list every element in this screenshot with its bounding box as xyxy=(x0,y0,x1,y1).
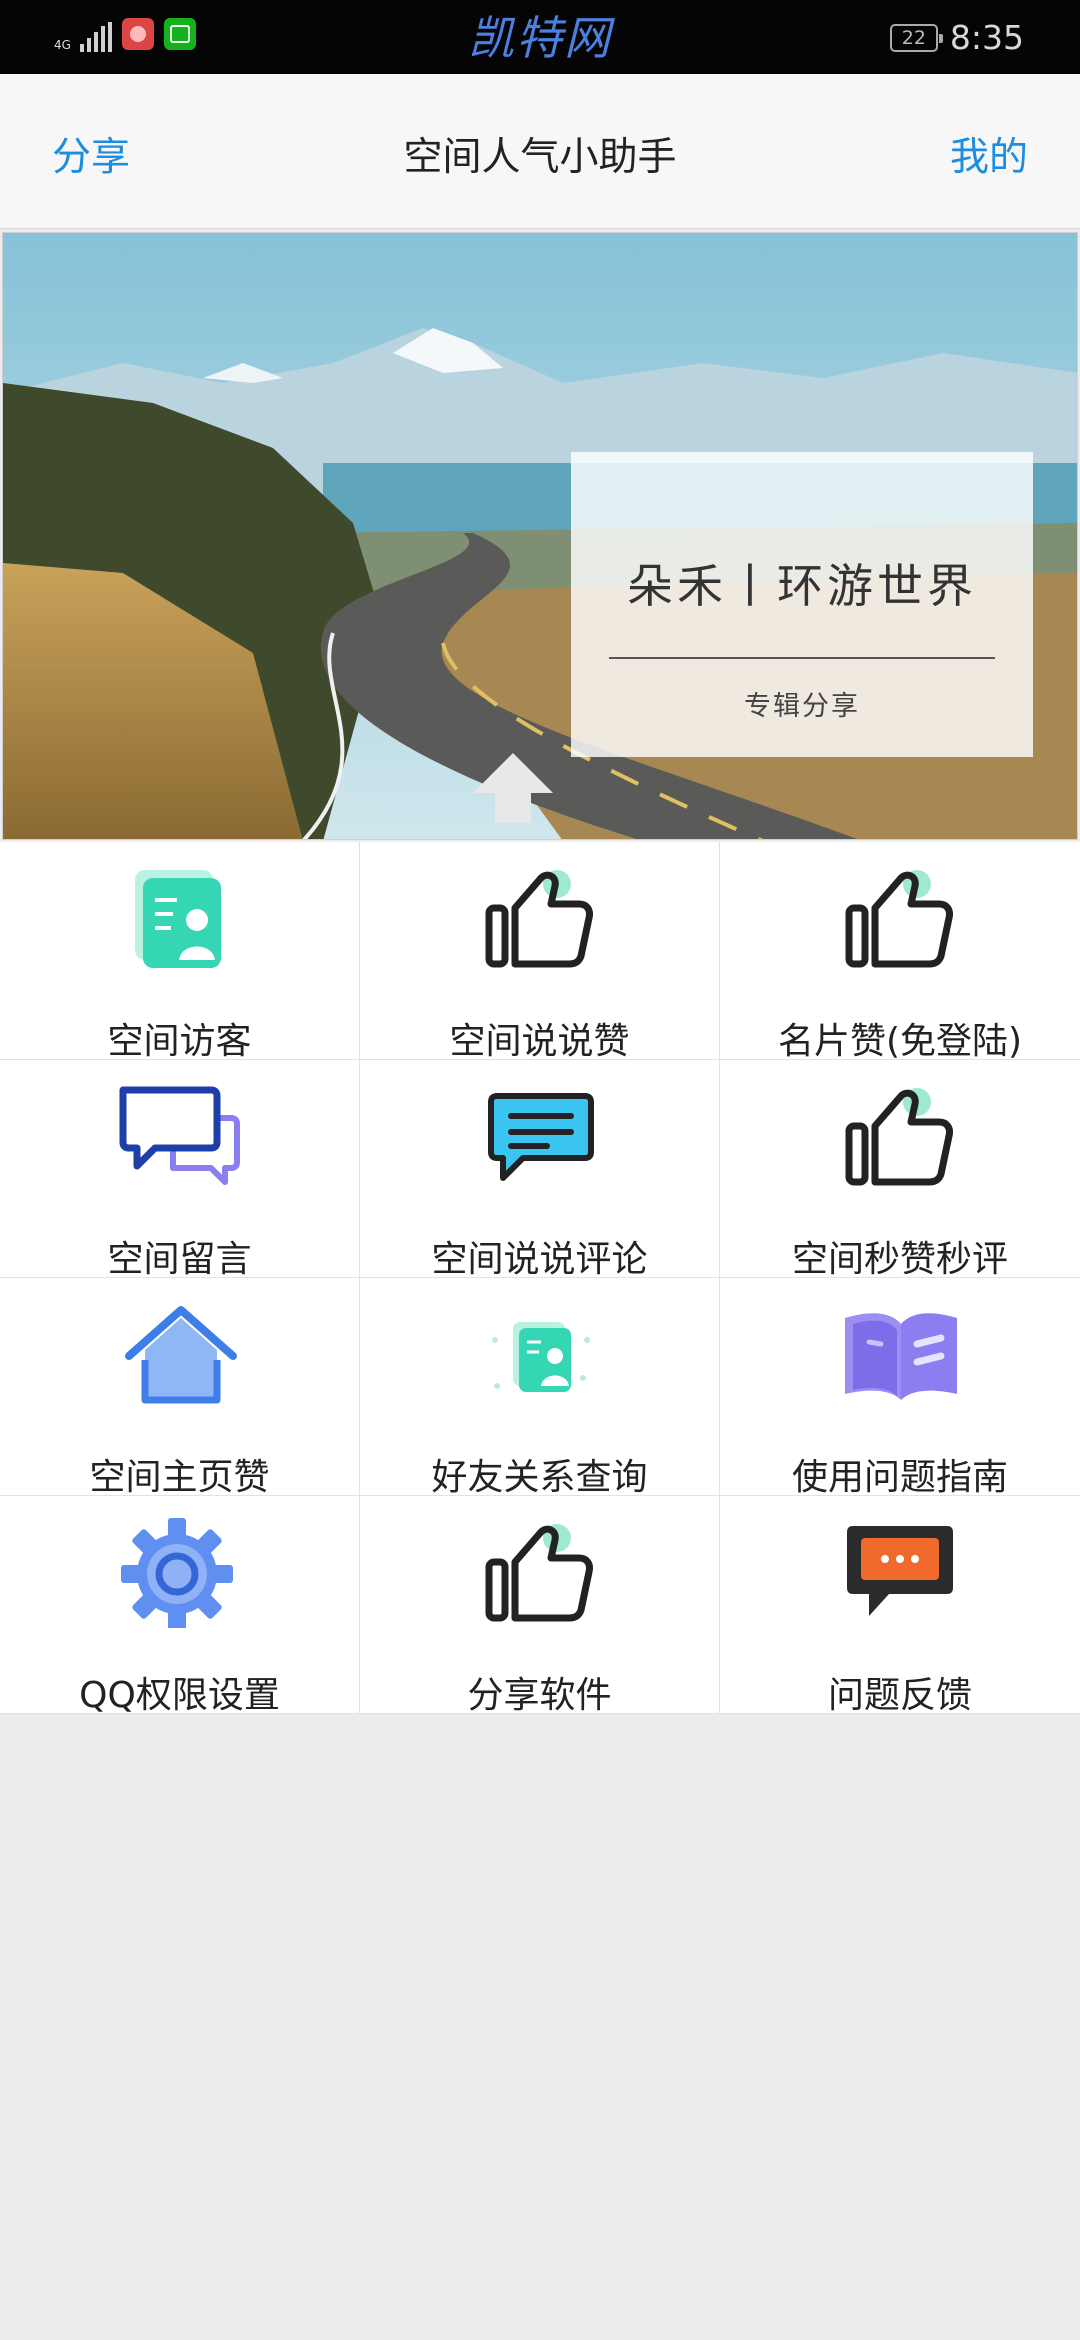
menu-item-label: 空间留言 xyxy=(107,1239,252,1280)
feedback-icon xyxy=(835,1518,965,1628)
album-title: 朵禾丨环游世界 xyxy=(627,559,977,613)
menu-item-space-messages[interactable]: 空间留言 xyxy=(0,1060,360,1280)
menu-item-label: 问题反馈 xyxy=(827,1675,972,1716)
album-divider xyxy=(609,657,995,659)
battery-icon: 22 xyxy=(889,23,943,52)
thumbs-up-icon xyxy=(475,1518,605,1628)
menu-item-homepage-likes[interactable]: 空间主页赞 xyxy=(0,1278,360,1498)
visitor-card-icon xyxy=(115,864,245,974)
comment-icon xyxy=(475,1082,605,1192)
menu-item-label: 空间秒赞秒评 xyxy=(791,1239,1008,1280)
book-icon xyxy=(835,1300,965,1410)
menu-item-friend-relation[interactable]: 好友关系查询 xyxy=(360,1278,720,1498)
friend-card-icon xyxy=(475,1300,605,1410)
menu-item-space-visitors[interactable]: 空间访客 xyxy=(0,842,360,1062)
chat-bubbles-icon xyxy=(115,1082,245,1192)
menu-item-instant-like-comment[interactable]: 空间秒赞秒评 xyxy=(720,1060,1080,1280)
banner-image[interactable]: 朵禾丨环游世界 专辑分享 xyxy=(2,232,1078,840)
album-card: 朵禾丨环游世界 专辑分享 xyxy=(571,452,1033,757)
gear-icon xyxy=(115,1518,245,1628)
menu-item-usage-guide[interactable]: 使用问题指南 xyxy=(720,1278,1080,1498)
menu-item-label: 分享软件 xyxy=(467,1675,612,1716)
clock: 8:35 xyxy=(949,18,1024,57)
feature-grid: 空间访客 空间说说赞 名片赞(免登陆) 空间留言 空间说说评论 空间秒赞秒评 空… xyxy=(0,842,1080,1716)
menu-item-share-app[interactable]: 分享软件 xyxy=(360,1496,720,1716)
thumbs-up-icon xyxy=(835,1082,965,1192)
menu-item-label: 空间主页赞 xyxy=(89,1457,270,1498)
menu-item-post-likes[interactable]: 空间说说赞 xyxy=(360,842,720,1062)
mine-link[interactable]: 我的 xyxy=(950,126,1028,182)
status-right: 22 8:35 xyxy=(889,18,1024,57)
home-icon xyxy=(115,1300,245,1410)
menu-item-label: 使用问题指南 xyxy=(791,1457,1008,1498)
page-title: 空间人气小助手 xyxy=(403,135,677,180)
thumbs-up-icon xyxy=(835,864,965,974)
menu-item-label: 名片赞(免登陆) xyxy=(777,1021,1023,1062)
menu-item-label: 空间说说评论 xyxy=(431,1239,648,1280)
menu-item-post-comments[interactable]: 空间说说评论 xyxy=(360,1060,720,1280)
menu-item-label: 好友关系查询 xyxy=(431,1457,648,1498)
menu-item-label: 空间说说赞 xyxy=(449,1021,630,1062)
menu-item-label: QQ权限设置 xyxy=(79,1675,280,1716)
status-bar: 4G 凯特网 22 8:35 xyxy=(0,0,1080,74)
menu-item-card-likes[interactable]: 名片赞(免登陆) xyxy=(720,842,1080,1062)
album-subtitle: 专辑分享 xyxy=(744,691,860,722)
menu-item-label: 空间访客 xyxy=(107,1021,252,1062)
menu-item-qq-permissions[interactable]: QQ权限设置 xyxy=(0,1496,360,1716)
title-bar: 分享 空间人气小助手 我的 xyxy=(0,74,1080,229)
menu-item-feedback[interactable]: 问题反馈 xyxy=(720,1496,1080,1716)
thumbs-up-icon xyxy=(475,864,605,974)
